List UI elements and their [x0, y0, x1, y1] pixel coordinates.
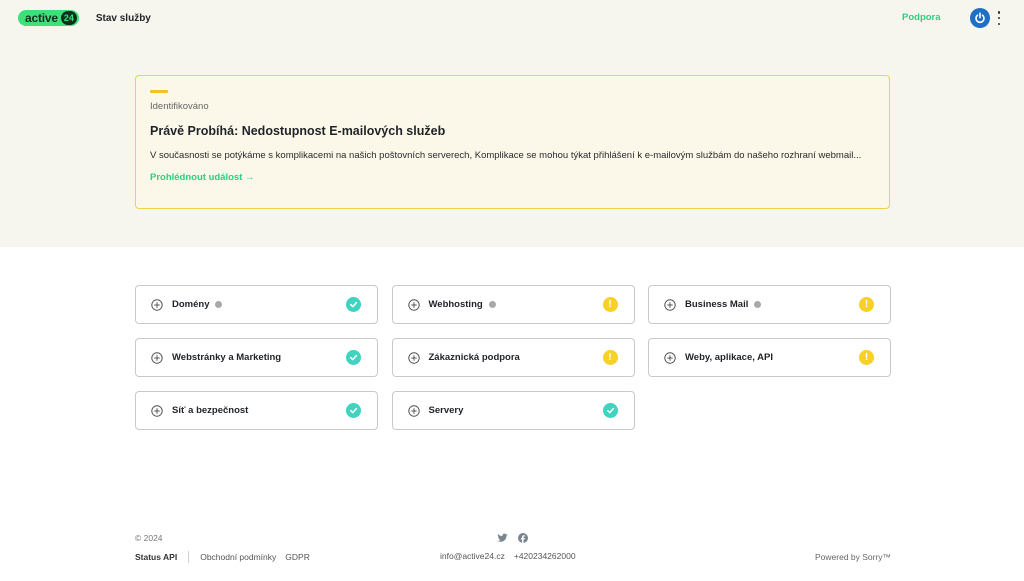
power-glyph-icon — [975, 12, 985, 24]
gdpr-link[interactable]: GDPR — [285, 552, 310, 562]
warning-icon: ! — [859, 297, 874, 312]
expand-plus-icon[interactable] — [664, 351, 676, 364]
view-incident-link[interactable]: Prohlédnout událost → — [150, 172, 255, 183]
facebook-icon[interactable] — [518, 533, 528, 543]
expand-plus-icon[interactable] — [407, 351, 420, 364]
email-link[interactable]: info@active24.cz — [440, 551, 505, 561]
footer-divider — [188, 551, 190, 563]
service-card[interactable]: Business Mail! — [648, 285, 891, 324]
operational-check-icon — [346, 350, 361, 365]
expand-plus-icon[interactable] — [151, 404, 163, 417]
active24-logo[interactable]: active 24 — [18, 10, 79, 26]
expand-plus-icon[interactable] — [664, 298, 676, 311]
phone-number: +420234262000 — [513, 551, 576, 561]
social-links — [497, 533, 528, 543]
logo-text: active — [25, 11, 58, 25]
warning-icon: ! — [602, 350, 618, 365]
service-card[interactable]: Webstránky a Marketing — [135, 338, 378, 377]
more-menu-icon[interactable] — [996, 11, 1002, 25]
info-icon[interactable] — [488, 301, 496, 308]
service-name: Domény — [172, 299, 210, 310]
service-card[interactable]: Domény — [135, 285, 378, 324]
info-icon[interactable] — [754, 301, 762, 308]
services-grid: Domény Webhosting! Business Mail! Webstránk… — [135, 285, 891, 430]
service-name: Síť a bezpečnost — [172, 405, 249, 416]
service-name: Servery — [428, 405, 464, 416]
service-name: Webhosting — [428, 299, 483, 310]
incident-accent-bar — [150, 90, 168, 93]
service-card[interactable]: Servery — [391, 391, 635, 430]
status-api-link[interactable]: Status API — [135, 552, 177, 562]
service-card[interactable]: Weby, aplikace, API! — [648, 338, 891, 377]
header: active 24 Stav služby Podpora — [0, 0, 1024, 36]
service-name: Zákaznická podpora — [428, 352, 520, 363]
operational-check-icon — [346, 403, 361, 418]
power-icon[interactable] — [970, 8, 990, 28]
service-name: Business Mail — [685, 299, 749, 310]
expand-plus-icon[interactable] — [407, 404, 420, 417]
info-icon[interactable] — [215, 301, 223, 308]
powered-by: Powered by Sorry™ — [815, 552, 892, 562]
warning-icon: ! — [602, 297, 618, 312]
hero-section: active 24 Stav služby Podpora Identifiko… — [0, 0, 1024, 247]
operational-check-icon — [346, 297, 361, 312]
incident-description: V současnosti se potýkáme s komplikacemi… — [150, 150, 862, 161]
service-card[interactable]: Síť a bezpečnost — [135, 391, 378, 430]
incident-banner: Identifikováno Právě Probíhá: Nedostupno… — [135, 75, 890, 209]
expand-plus-icon[interactable] — [151, 351, 163, 364]
service-card[interactable]: Zákaznická podpora! — [391, 338, 635, 377]
footer-links: Status API Obchodní podmínky GDPR — [135, 551, 310, 563]
expand-plus-icon[interactable] — [151, 298, 163, 311]
twitter-icon[interactable] — [497, 533, 508, 543]
service-name: Webstránky a Marketing — [172, 352, 282, 363]
incident-status: Identifikováno — [150, 101, 209, 112]
service-card[interactable]: Webhosting! — [391, 285, 635, 324]
operational-check-icon — [602, 403, 618, 418]
terms-link[interactable]: Obchodní podmínky — [200, 552, 276, 562]
warning-icon: ! — [859, 350, 874, 365]
expand-plus-icon[interactable] — [407, 298, 420, 311]
incident-title: Právě Probíhá: Nedostupnost E-mailových … — [150, 124, 446, 138]
contact-info: info@active24.cz +420234262000 — [440, 551, 576, 561]
service-name: Weby, aplikace, API — [685, 352, 774, 363]
page-title: Stav služby — [95, 12, 151, 24]
footer: © 2024 Status API Obchodní podmínky GDPR… — [0, 520, 1024, 581]
logo-number: 24 — [60, 11, 77, 25]
support-link[interactable]: Podpora — [902, 12, 941, 23]
copyright: © 2024 — [135, 533, 163, 543]
